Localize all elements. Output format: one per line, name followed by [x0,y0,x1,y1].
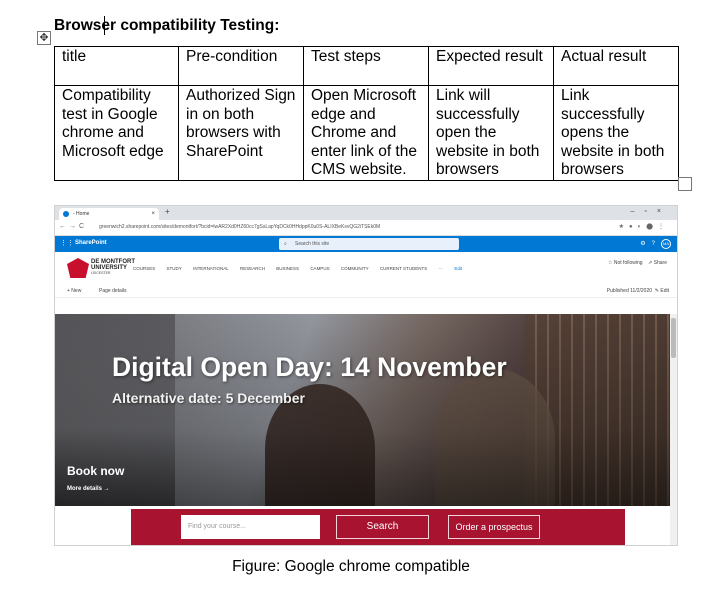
nav-item-research[interactable]: RESEARCH [240,266,265,271]
table-header-row: title Pre-condition Test steps Expected … [54,46,679,86]
sharepoint-favicon-icon [63,211,69,217]
search-icon: ⌕ [284,241,287,247]
header-precondition: Pre-condition [178,46,304,86]
more-details-link[interactable]: More details → [67,486,110,492]
nav-arrows-icon[interactable]: ←→C [59,223,87,230]
follow-share-actions: ☆ Not following ⇗ Share [608,260,667,266]
site-search-box[interactable]: ⌕ Search this site [279,238,459,250]
cell-precondition: Authorized Sign in on both browsers with… [178,85,304,181]
cell-title: Compatibility test in Google chrome and … [54,85,179,181]
course-search-input[interactable]: Find your course... [181,515,320,539]
tab-title: - Home [73,211,90,217]
page-scrollbar[interactable] [670,314,677,545]
hero-subtitle: Alternative date: 5 December [112,390,305,406]
hero-overlay [55,314,671,506]
sharepoint-suite-bar: ⋮⋮ SharePoint ⌕ Search this site ⚙? MA [55,236,677,252]
command-bar: + New Page details Published 11/2/2020 ✎… [55,284,677,298]
published-status: Published 11/2/2020 ✎ Edit [606,288,669,294]
book-now-link[interactable]: Book now [67,464,124,478]
new-tab-icon[interactable]: + [165,207,170,216]
nav-item-campus[interactable]: CAMPUS [310,266,329,271]
search-button[interactable]: Search [336,515,429,539]
suite-bar-actions[interactable]: ⚙? MA [640,239,671,249]
order-prospectus-button[interactable]: Order a prospectus [448,515,540,539]
table-move-handle-icon[interactable]: ✥ [37,31,51,45]
sharepoint-label[interactable]: SharePoint [75,240,107,246]
edit-page-button[interactable]: Edit [660,288,669,294]
course-search-strip: Find your course... Search Order a prosp… [131,509,625,545]
nav-more[interactable]: ··· [439,266,444,271]
document-heading: Browser compatibility Testing: [54,17,280,34]
nav-item-community[interactable]: COMMUNITY [341,266,369,271]
header-test-steps: Test steps [303,46,429,86]
window-controls-icon[interactable]: –▫× [631,208,671,215]
site-search-placeholder: Search this site [295,241,330,247]
nav-edit-link[interactable]: Edit [454,266,462,271]
address-bar: ←→C greenwich2.sharepoint.com/sites/demo… [55,220,677,236]
nav-item-business[interactable]: BUSINESS [276,266,299,271]
nav-item-courses[interactable]: COURSES [133,266,155,271]
app-launcher-icon[interactable]: ⋮⋮ [60,239,74,247]
share-button[interactable]: ⇗ Share [648,260,667,266]
nav-item-study[interactable]: STUDY [167,266,182,271]
cell-actual-result: Link successfully opens the website in b… [553,85,679,181]
figure-caption: Figure: Google chrome compatible [232,558,470,575]
avatar[interactable]: MA [661,239,671,249]
table-row: Compatibility test in Google chrome and … [54,85,679,181]
page-details-button[interactable]: Page details [99,288,127,294]
dmu-crest-icon [67,258,89,278]
table-resize-handle[interactable] [678,177,692,191]
nav-item-international[interactable]: INTERNATIONAL [193,266,229,271]
site-header: DE MONTFORT UNIVERSITY LEICESTER COURSES… [55,252,677,284]
cell-expected-result: Link will successfully open the website … [428,85,554,181]
hero-title: Digital Open Day: 14 November [112,352,507,382]
header-expected-result: Expected result [428,46,554,86]
dmu-logo-text[interactable]: DE MONTFORT UNIVERSITY [91,259,135,271]
test-case-table: title Pre-condition Test steps Expected … [54,46,679,181]
header-title: title [54,46,179,86]
site-nav-menu: COURSES STUDY INTERNATIONAL RESEARCH BUS… [133,266,472,271]
scrollbar-thumb[interactable] [671,318,676,358]
not-following-button[interactable]: ☆ Not following [608,260,643,266]
url-text[interactable]: greenwich2.sharepoint.com/sites/demontfo… [99,224,380,230]
extension-icons[interactable]: ★●◐⬤⋮ [619,223,669,230]
new-button[interactable]: + New [67,288,81,294]
logo-line-3: LEICESTER [91,271,111,275]
nav-item-current-students[interactable]: CURRENT STUDENTS [380,266,427,271]
hero-banner[interactable]: Digital Open Day: 14 November Alternativ… [55,314,671,506]
chrome-screenshot: - Home × + –▫× ←→C greenwich2.sharepoint… [54,205,678,546]
browser-tab[interactable]: - Home × [59,208,159,220]
published-date: Published 11/2/2020 [606,288,653,294]
header-actual-result: Actual result [553,46,679,86]
text-cursor [104,16,105,35]
cell-test-steps: Open Microsoft edge and Chrome and enter… [303,85,429,181]
browser-tab-bar: - Home × + –▫× [55,206,677,220]
close-tab-icon[interactable]: × [151,208,155,220]
